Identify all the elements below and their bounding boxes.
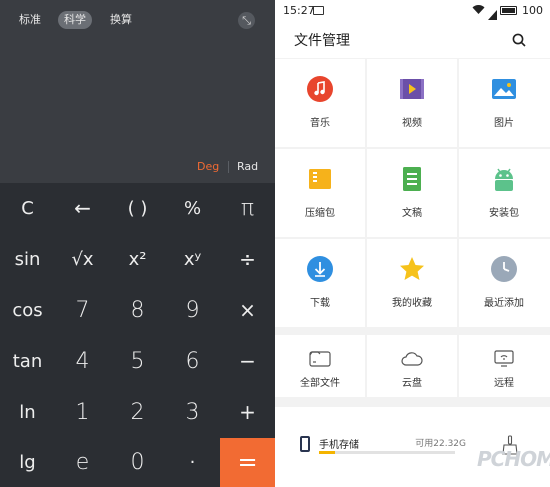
wifi-icon <box>472 4 485 18</box>
key-parentheses[interactable]: ( ) <box>110 183 165 234</box>
category-archives[interactable]: 压缩包 <box>275 149 365 237</box>
battery-level: 100 <box>522 4 543 17</box>
star-icon <box>400 257 424 280</box>
calculator-mode-tabs: 标准 科学 换算 ⤡ <box>0 0 275 40</box>
category-favorites[interactable]: 我的收藏 <box>367 239 457 327</box>
location-remote[interactable]: 远程 <box>459 335 550 397</box>
category-downloads[interactable]: 下载 <box>275 239 365 327</box>
status-bar: 15:27 100 <box>275 0 550 22</box>
picture-icon <box>492 79 516 99</box>
image-notification-icon <box>313 6 324 15</box>
key-cos[interactable]: cos <box>0 285 55 336</box>
key-3[interactable]: 3 <box>165 387 220 438</box>
key-pi[interactable]: π <box>220 183 275 234</box>
status-time: 15:27 <box>283 4 315 17</box>
key-4[interactable]: 4 <box>55 336 110 387</box>
category-label: 下载 <box>310 298 330 309</box>
location-grid: 全部文件 云盘 远程 <box>275 335 550 397</box>
android-icon <box>495 168 513 191</box>
category-grid: 音乐 视频 图片 压缩包 文稿 安装包 下载 我的收藏 最近添加 <box>275 59 550 327</box>
key-add[interactable]: + <box>220 387 275 438</box>
category-recent[interactable]: 最近添加 <box>459 239 550 327</box>
key-0[interactable]: 0 <box>110 438 165 487</box>
tab-conversion[interactable]: 换算 <box>110 11 132 29</box>
calculator-keypad: C ← ( ) % π sin √x x² xʸ ÷ cos 7 8 9 × t… <box>0 183 275 487</box>
location-label: 全部文件 <box>300 378 340 389</box>
key-sin[interactable]: sin <box>0 234 55 285</box>
category-label: 最近添加 <box>484 298 524 309</box>
category-music[interactable]: 音乐 <box>275 59 365 147</box>
category-apk[interactable]: 安装包 <box>459 149 550 237</box>
key-decimal[interactable]: · <box>165 438 220 487</box>
category-label: 压缩包 <box>305 208 335 219</box>
key-sqrt[interactable]: √x <box>55 234 110 285</box>
key-equals[interactable]: = <box>220 438 275 487</box>
battery-icon <box>500 6 517 15</box>
cloud-icon <box>401 352 423 366</box>
key-8[interactable]: 8 <box>110 285 165 336</box>
calculator-app: 标准 科学 换算 ⤡ Deg Rad C ← ( ) % π sin √x x²… <box>0 0 275 487</box>
music-icon <box>307 76 333 102</box>
key-subtract[interactable]: − <box>220 336 275 387</box>
key-6[interactable]: 6 <box>165 336 220 387</box>
rad-toggle[interactable]: Rad <box>237 160 258 174</box>
download-icon <box>307 256 333 282</box>
clock-icon <box>491 256 517 282</box>
category-video[interactable]: 视频 <box>367 59 457 147</box>
mode-divider <box>228 161 229 173</box>
key-power[interactable]: xʸ <box>165 234 220 285</box>
key-square[interactable]: x² <box>110 234 165 285</box>
deg-toggle[interactable]: Deg <box>197 160 219 174</box>
storage-free: 可用22.32G <box>415 439 466 449</box>
location-all-files[interactable]: 全部文件 <box>275 335 365 397</box>
calculator-display <box>0 40 275 155</box>
category-documents[interactable]: 文稿 <box>367 149 457 237</box>
key-ln[interactable]: ln <box>0 387 55 438</box>
key-1[interactable]: 1 <box>55 387 110 438</box>
category-label: 我的收藏 <box>392 298 432 309</box>
location-label: 云盘 <box>402 378 422 389</box>
category-label: 音乐 <box>310 118 330 129</box>
key-e[interactable]: e <box>55 438 110 487</box>
category-label: 图片 <box>494 118 514 129</box>
signal-icon <box>488 5 497 20</box>
category-pictures[interactable]: 图片 <box>459 59 550 147</box>
file-manager-app: 15:27 100 文件管理 音乐 视频 图片 压缩包 文稿 安装包 下载 我的… <box>275 0 550 487</box>
storage-usage-fill <box>319 451 336 454</box>
tab-scientific[interactable]: 科学 <box>58 11 92 29</box>
tab-standard[interactable]: 标准 <box>19 11 41 29</box>
location-cloud[interactable]: 云盘 <box>367 335 457 397</box>
storage-name: 手机存储 <box>319 440 359 451</box>
all-files-icon <box>309 351 331 367</box>
watermark: PCHOME <box>477 447 550 471</box>
category-label: 视频 <box>402 118 422 129</box>
search-icon[interactable] <box>512 32 526 47</box>
key-5[interactable]: 5 <box>110 336 165 387</box>
key-clear[interactable]: C <box>0 183 55 234</box>
category-label: 文稿 <box>402 208 422 219</box>
key-percent[interactable]: % <box>165 183 220 234</box>
phone-storage-icon <box>300 436 310 452</box>
key-9[interactable]: 9 <box>165 285 220 336</box>
key-lg[interactable]: lg <box>0 438 55 487</box>
key-tan[interactable]: tan <box>0 336 55 387</box>
key-divide[interactable]: ÷ <box>220 234 275 285</box>
app-bar: 文件管理 <box>275 22 550 58</box>
video-icon <box>400 79 424 99</box>
location-label: 远程 <box>494 378 514 389</box>
key-7[interactable]: 7 <box>55 285 110 336</box>
page-title: 文件管理 <box>294 33 350 49</box>
remote-icon <box>494 350 514 367</box>
shrink-icon[interactable]: ⤡ <box>238 12 255 29</box>
document-icon <box>403 167 421 191</box>
storage-usage-bar <box>319 451 455 454</box>
key-2[interactable]: 2 <box>110 387 165 438</box>
category-label: 安装包 <box>489 208 519 219</box>
key-multiply[interactable]: × <box>220 285 275 336</box>
key-backspace[interactable]: ← <box>55 183 110 234</box>
archive-icon <box>309 169 331 189</box>
